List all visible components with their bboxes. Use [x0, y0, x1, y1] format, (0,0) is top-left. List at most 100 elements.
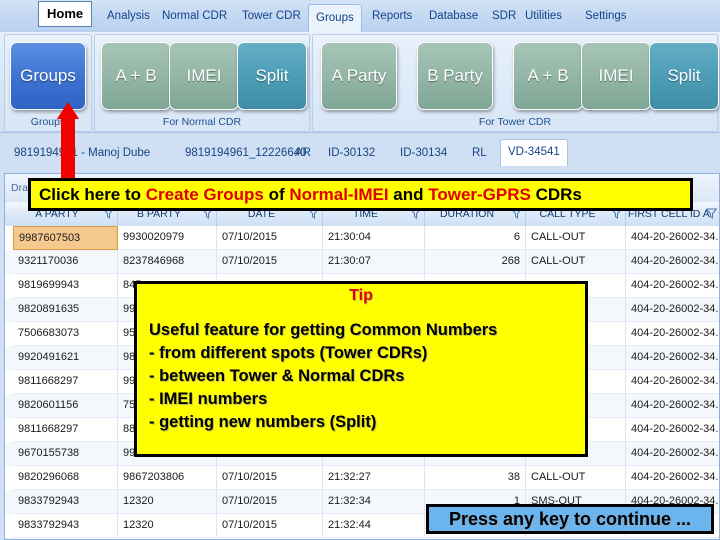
tip-title: Tip [349, 287, 373, 304]
tip-body: Useful feature for getting Common Number… [137, 319, 585, 434]
cell-b-party[interactable]: 9867203806 [118, 466, 217, 490]
tab-settings[interactable]: Settings [578, 3, 634, 29]
cell-b-party[interactable]: 9930020979 [118, 226, 217, 250]
cell-date[interactable]: 07/10/2015 [217, 250, 323, 274]
breadcrumb-item-id-30134[interactable]: ID-30134 [400, 142, 447, 164]
normal-cdr-split-button[interactable]: Split [237, 42, 307, 110]
cell-a-party[interactable]: 9833792943 [13, 514, 118, 538]
cell-date[interactable]: 07/10/2015 [217, 490, 323, 514]
tab-database[interactable]: Database [422, 3, 485, 29]
tab-reports[interactable]: Reports [365, 3, 419, 29]
cell-call-type[interactable]: CALL-OUT [526, 466, 626, 490]
tip-line-1: Useful feature for getting Common Number… [149, 321, 498, 339]
tab-normal-cdr[interactable]: Normal CDR [155, 3, 234, 29]
tip-line-2: - from different spots (Tower CDRs) [149, 344, 428, 362]
table-row[interactable]: 9321170036 8237846968 07/10/2015 21:30:07 26… [5, 250, 719, 274]
cell-a-party[interactable]: 9819699943 [13, 274, 118, 298]
tower-cdr-split-button[interactable]: Split [649, 42, 719, 110]
cell-a-party[interactable]: 9987607503 [13, 226, 118, 250]
press-any-key-banner[interactable]: Press any key to continue ... [426, 504, 714, 534]
cell-a-party[interactable]: 9820296068 [13, 466, 118, 490]
pointer-arrow-head-icon [57, 102, 79, 119]
cell-a-party[interactable]: 7506683073 [13, 322, 118, 346]
cell-b-party[interactable]: 12320 [118, 514, 217, 538]
cell-time[interactable]: 21:30:07 [323, 250, 425, 274]
callout-part-7: CDRs [530, 185, 582, 204]
cell-a-party[interactable]: 9820601156 [13, 394, 118, 418]
ribbon-panel: Groups Groups A + B IMEI Split For Norma… [0, 32, 720, 133]
cell-first-cell-id-a[interactable]: 404-20-26002-34... [626, 274, 719, 298]
breadcrumb-item-vd-34541[interactable]: VD-34541 [500, 139, 568, 166]
cell-time[interactable]: 21:32:44 [323, 514, 425, 538]
tip-line-4: - IMEI numbers [149, 390, 268, 408]
cell-first-cell-id-a[interactable]: 404-20-26002-34... [626, 298, 719, 322]
tower-cdr-a-party-button[interactable]: A Party [321, 42, 397, 110]
pointer-arrow-shaft [61, 118, 75, 178]
cell-first-cell-id-a[interactable]: 404-20-26002-34... [626, 250, 719, 274]
cell-first-cell-id-a[interactable]: 404-20-26002-34... [626, 226, 719, 250]
cell-first-cell-id-a[interactable]: 404-20-26002-34... [626, 418, 719, 442]
breadcrumb: 9819194961 - Manoj Dube 9819194961_12226… [0, 133, 720, 173]
cell-a-party[interactable]: 9811668297 [13, 418, 118, 442]
breadcrumb-item-subscriber[interactable]: 9819194961 - Manoj Dube [14, 142, 150, 164]
tip-popup: Tip Useful feature for getting Common Nu… [134, 281, 588, 457]
ribbon-group-normal-cdr-label: For Normal CDR [162, 116, 242, 128]
cell-duration[interactable]: 38 [425, 466, 526, 490]
cell-first-cell-id-a[interactable]: 404-20-26002-34... [626, 370, 719, 394]
tower-cdr-b-party-button[interactable]: B Party [417, 42, 493, 110]
tip-line-5: - getting new numbers (Split) [149, 413, 377, 431]
groups-button[interactable]: Groups [10, 42, 86, 110]
cell-call-type[interactable]: CALL-OUT [526, 226, 626, 250]
cell-a-party[interactable]: 9321170036 [13, 250, 118, 274]
cell-first-cell-id-a[interactable]: 404-20-26002-34... [626, 394, 719, 418]
tab-utilities[interactable]: Utilities [518, 3, 569, 29]
breadcrumb-item-file[interactable]: 9819194961_12226640 [185, 142, 307, 164]
cell-date[interactable]: 07/10/2015 [217, 514, 323, 538]
table-row[interactable]: 9820296068 9867203806 07/10/2015 21:32:27 38… [5, 466, 719, 490]
cell-date[interactable]: 07/10/2015 [217, 226, 323, 250]
cell-duration[interactable]: 6 [425, 226, 526, 250]
tower-cdr-imei-button[interactable]: IMEI [581, 42, 651, 110]
filter-icon[interactable] [706, 208, 717, 219]
cell-time[interactable]: 21:32:34 [323, 490, 425, 514]
cell-first-cell-id-a[interactable]: 404-20-26002-34... [626, 442, 719, 466]
callout-part-5: and [388, 185, 429, 204]
tab-analysis[interactable]: Analysis [100, 3, 157, 29]
tab-tower-cdr[interactable]: Tower CDR [235, 3, 308, 29]
tip-line-3: - between Tower & Normal CDRs [149, 367, 405, 385]
ribbon-group-tower-cdr-label: For Tower CDR [478, 116, 552, 128]
cell-a-party[interactable]: 9833792943 [13, 490, 118, 514]
callout-part-tower-gprs: Tower-GPRS [428, 185, 531, 204]
ribbon-group-normal-cdr: A + B IMEI Split For Normal CDR [94, 34, 310, 132]
normal-cdr-imei-button[interactable]: IMEI [169, 42, 239, 110]
cell-a-party[interactable]: 9920491621 [13, 346, 118, 370]
cell-first-cell-id-a[interactable]: 404-20-26002-34... [626, 346, 719, 370]
callout-part-create-groups: Create Groups [145, 185, 264, 204]
callout-part-3: of [263, 185, 290, 204]
cell-time[interactable]: 21:30:04 [323, 226, 425, 250]
breadcrumb-item-id-30132[interactable]: ID-30132 [328, 142, 375, 164]
cell-a-party[interactable]: 9820891635 [13, 298, 118, 322]
cell-first-cell-id-a[interactable]: 404-20-26002-34... [626, 322, 719, 346]
normal-cdr-a-plus-b-button[interactable]: A + B [101, 42, 171, 110]
breadcrumb-item-ar[interactable]: AR [295, 142, 311, 164]
instruction-callout-text: Click here to Create Groups of Normal-IM… [31, 181, 690, 209]
callout-part-1: Click here to [39, 185, 146, 204]
cell-call-type[interactable]: CALL-OUT [526, 250, 626, 274]
cell-duration[interactable]: 268 [425, 250, 526, 274]
breadcrumb-item-rl[interactable]: RL [472, 142, 487, 164]
table-row[interactable]: 9987607503 9930020979 07/10/2015 21:30:04 6 C… [5, 226, 719, 250]
cell-a-party[interactable]: 9811668297 [13, 370, 118, 394]
tower-cdr-a-plus-b-button[interactable]: A + B [513, 42, 583, 110]
ribbon-group-tower-cdr: A Party B Party A + B IMEI Split For Tow… [312, 34, 719, 132]
ribbon-tab-bar: Home Analysis Normal CDR Tower CDR Group… [0, 0, 720, 34]
cell-date[interactable]: 07/10/2015 [217, 466, 323, 490]
tab-home[interactable]: Home [38, 1, 93, 27]
cell-a-party[interactable]: 9670155738 [13, 442, 118, 466]
cell-b-party[interactable]: 8237846968 [118, 250, 217, 274]
cell-time[interactable]: 21:32:27 [323, 466, 425, 490]
cell-b-party[interactable]: 12320 [118, 490, 217, 514]
instruction-callout: Click here to Create Groups of Normal-IM… [28, 178, 693, 211]
cell-first-cell-id-a[interactable]: 404-20-26002-34... [626, 466, 719, 490]
tab-groups[interactable]: Groups [308, 4, 362, 34]
